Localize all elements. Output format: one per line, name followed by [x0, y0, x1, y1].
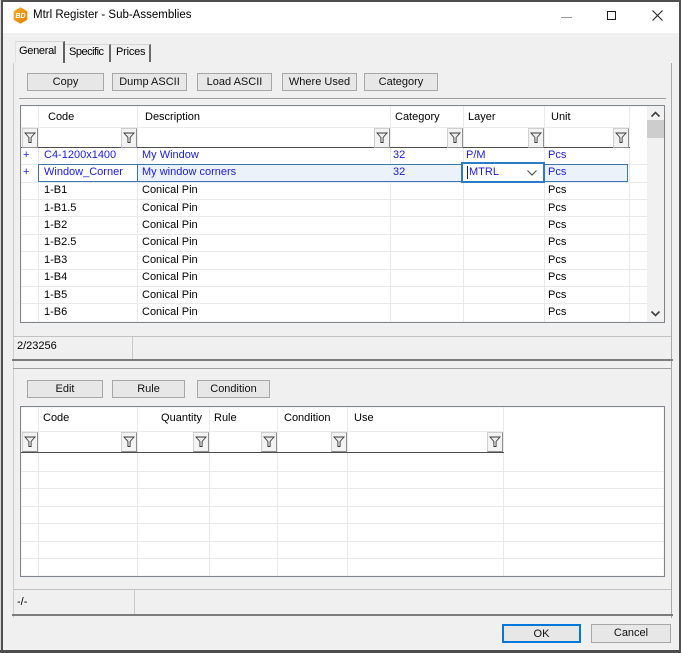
svg-text:BD: BD	[15, 13, 25, 20]
